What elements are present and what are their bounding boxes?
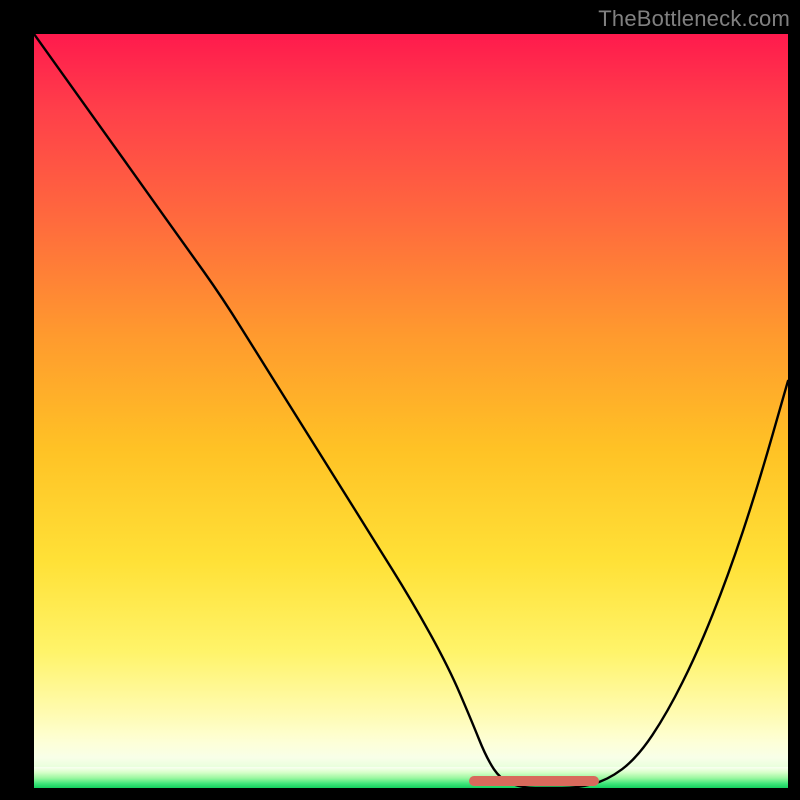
watermark-text: TheBottleneck.com — [598, 6, 790, 32]
chart-frame: TheBottleneck.com — [0, 0, 800, 800]
bottleneck-curve — [34, 34, 788, 788]
bottleneck-curve-path — [34, 34, 788, 788]
plot-area — [34, 34, 788, 788]
optimal-range-highlight — [469, 776, 599, 786]
